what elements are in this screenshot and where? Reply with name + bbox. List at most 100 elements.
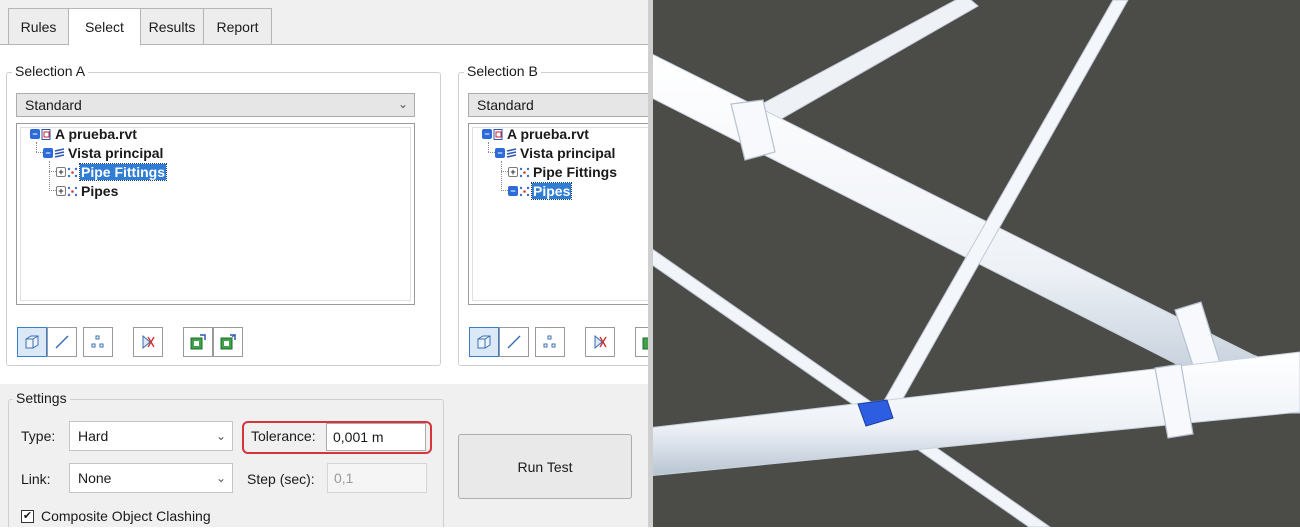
dropdown-value: Standard (477, 97, 534, 113)
select-tab-content: Selection A Standard ⌄ − A prueba.rvt − … (0, 44, 652, 384)
tab-label: Select (85, 19, 124, 35)
points-icon (91, 335, 104, 348)
tree-node-file[interactable]: − A prueba.rvt (30, 125, 138, 143)
dropdown-value: Standard (25, 97, 82, 113)
link-value: None (78, 470, 112, 486)
tab-select[interactable]: Select (68, 8, 141, 46)
lines-button[interactable] (499, 327, 529, 357)
tab-report[interactable]: Report (203, 8, 272, 45)
type-label: Type: (21, 428, 56, 444)
settings-group: Settings Type: Hard ⌄ Tolerance: 0,001 m… (8, 390, 444, 527)
3d-viewport[interactable] (647, 0, 1300, 528)
selection-a-dropdown[interactable]: Standard ⌄ (16, 93, 415, 117)
tree-connector (501, 161, 502, 191)
collapse-icon[interactable]: − (43, 148, 53, 158)
self-intersect-button[interactable] (133, 327, 163, 357)
selection-b-title: Selection B (464, 63, 541, 79)
surfaces-icon (25, 335, 39, 349)
lines-button[interactable] (47, 327, 77, 357)
tree-node-view[interactable]: − Vista principal (495, 144, 616, 162)
self-intersect-button[interactable] (585, 327, 615, 357)
run-test-button[interactable]: Run Test (458, 434, 632, 499)
tolerance-value: 0,001 m (333, 429, 384, 445)
load-selection-icon (220, 334, 236, 350)
tree-connector (488, 152, 495, 153)
tab-rules[interactable]: Rules (8, 8, 69, 45)
chevron-down-icon: ⌄ (397, 97, 408, 111)
tree-node-file[interactable]: − A prueba.rvt (482, 125, 590, 143)
tab-strip: Rules Select Results Report (0, 8, 652, 46)
category-icon (519, 186, 530, 196)
tolerance-label: Tolerance: (251, 428, 316, 444)
expand-icon[interactable]: + (508, 167, 518, 177)
tree-connector (501, 171, 508, 172)
tree-node-pipes[interactable]: − Pipes (508, 182, 573, 200)
category-icon (67, 186, 78, 196)
tree-node-pipes[interactable]: + Pipes (56, 182, 119, 200)
tree-connector (49, 161, 50, 191)
collapse-icon[interactable]: − (508, 186, 518, 196)
tree-node-label: Pipe Fittings (79, 163, 167, 181)
composite-checkbox[interactable]: ✔ (21, 510, 34, 523)
load-selection-button[interactable] (213, 327, 243, 357)
step-input[interactable]: 0,1 (327, 463, 427, 493)
collapse-icon[interactable]: − (495, 148, 505, 158)
tab-label: Rules (20, 18, 57, 35)
surfaces-icon (477, 335, 491, 349)
self-intersect-icon (142, 334, 155, 350)
expand-icon[interactable]: + (56, 167, 66, 177)
points-button[interactable] (83, 327, 113, 357)
tree-node-view[interactable]: − Vista principal (43, 144, 164, 162)
clash-detective-panel: Rules Select Results Report Selection A … (0, 0, 652, 527)
link-label: Link: (21, 471, 51, 487)
chevron-down-icon: ⌄ (215, 471, 226, 485)
tab-label: Report (216, 18, 259, 35)
lines-icon (55, 335, 69, 349)
type-select[interactable]: Hard ⌄ (69, 421, 233, 451)
save-selection-icon (190, 334, 206, 350)
collapse-icon[interactable]: − (482, 129, 492, 139)
selection-a-group: Selection A Standard ⌄ − A prueba.rvt − … (6, 63, 441, 366)
check-icon: ✔ (22, 510, 33, 522)
points-button[interactable] (535, 327, 565, 357)
settings-area: Settings Type: Hard ⌄ Tolerance: 0,001 m… (0, 384, 652, 527)
tree-node-label: Vista principal (520, 145, 616, 161)
tree-node-pipe-fittings[interactable]: + Pipe Fittings (508, 163, 618, 181)
tree-node-label: Pipes (530, 182, 573, 200)
selection-b-dropdown[interactable]: Standard (468, 93, 652, 117)
tree-connector (501, 190, 508, 191)
settings-title: Settings (13, 390, 70, 406)
expand-icon[interactable]: + (56, 186, 66, 196)
lines-icon (507, 335, 521, 349)
selection-a-title: Selection A (12, 63, 89, 79)
document-icon (41, 128, 51, 140)
tree-node-pipe-fittings[interactable]: + Pipe Fittings (56, 163, 167, 181)
surfaces-button[interactable] (469, 327, 499, 357)
tree-node-label: Vista principal (68, 145, 164, 161)
tolerance-input[interactable]: 0,001 m (326, 423, 426, 451)
step-value: 0,1 (334, 470, 354, 486)
selection-b-group: Selection B Standard − A prueba.rvt − Vi… (458, 63, 652, 366)
points-icon (543, 335, 556, 348)
tree-connector (49, 190, 56, 191)
tree-connector (49, 171, 56, 172)
tree-connector (36, 142, 37, 152)
viewport-scene (647, 0, 1300, 528)
document-icon (493, 128, 503, 140)
tree-node-label: Pipe Fittings (533, 164, 617, 180)
save-selection-button[interactable] (183, 327, 213, 357)
tab-results[interactable]: Results (140, 8, 204, 45)
category-icon (519, 167, 530, 177)
collapse-icon[interactable]: − (30, 129, 40, 139)
composite-label: Composite Object Clashing (41, 508, 211, 524)
tree-connector (36, 152, 43, 153)
surfaces-button[interactable] (17, 327, 47, 357)
self-intersect-icon (594, 334, 607, 350)
category-icon (67, 167, 78, 177)
tab-label: Results (148, 18, 196, 35)
selection-a-tree[interactable]: − A prueba.rvt − Vista principal + Pipe … (16, 123, 415, 305)
selection-b-tree[interactable]: − A prueba.rvt − Vista principal + Pipe … (468, 123, 652, 305)
tree-node-label: A prueba.rvt (507, 126, 589, 142)
layers-icon (506, 147, 517, 158)
link-select[interactable]: None ⌄ (69, 463, 233, 493)
